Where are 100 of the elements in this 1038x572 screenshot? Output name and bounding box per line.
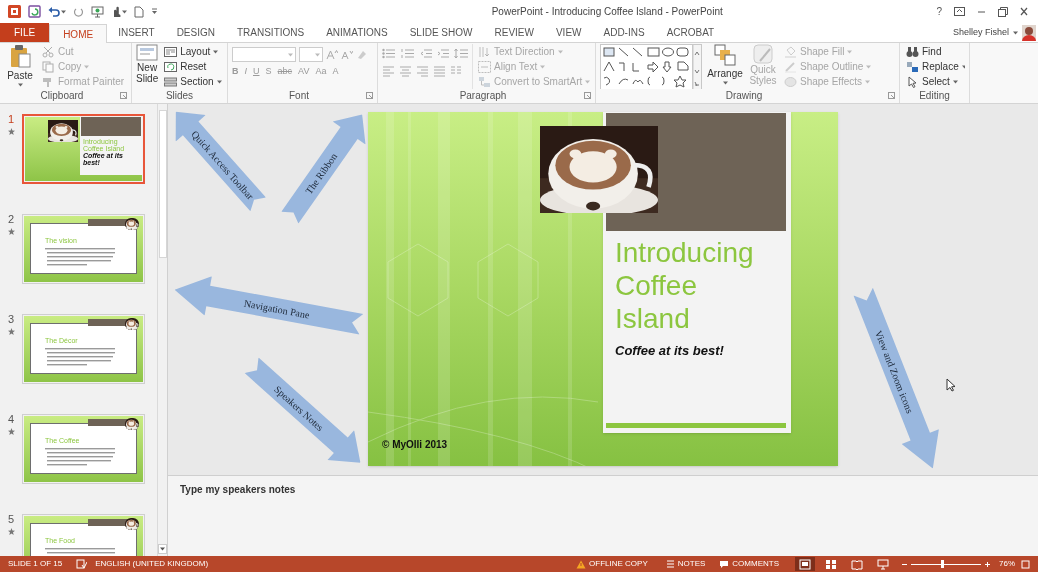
- caret-icon: [865, 79, 871, 84]
- ribbon-tab[interactable]: TRANSITIONS: [225, 23, 316, 42]
- caret-icon: [1013, 30, 1018, 35]
- star-icon: [7, 428, 15, 435]
- comment-icon: [719, 559, 730, 569]
- arrange-button[interactable]: Arrange: [706, 44, 744, 85]
- notes-field[interactable]: Type my speakers notes: [180, 482, 1026, 497]
- hand-icon[interactable]: [111, 5, 121, 18]
- ribbon-tab[interactable]: INSERT: [107, 23, 166, 42]
- line-spacing-icon[interactable]: [454, 48, 468, 59]
- caret-icon: [17, 83, 23, 87]
- scrollbar-thumb[interactable]: [158, 110, 167, 258]
- ribbon-button[interactable]: Replace: [904, 59, 965, 74]
- star-icon: [7, 528, 15, 535]
- ribbon-button[interactable]: Find: [904, 44, 965, 59]
- language-indicator[interactable]: ENGLISH (UNITED KINGDOM): [95, 558, 209, 570]
- zoom-level[interactable]: 76%: [999, 558, 1015, 570]
- file-tab[interactable]: FILE: [0, 23, 50, 42]
- bullets-icon[interactable]: [382, 48, 396, 59]
- title-accent-block: [88, 419, 128, 426]
- dialog-launcher-icon[interactable]: [584, 92, 591, 99]
- ribbon-button[interactable]: Reset: [162, 59, 223, 74]
- customize-caret-icon[interactable]: [151, 8, 158, 15]
- increase-indent-icon[interactable]: [437, 48, 449, 59]
- normal-view-button[interactable]: [795, 557, 815, 571]
- justify-icon[interactable]: [433, 65, 445, 77]
- align-center-icon[interactable]: [399, 65, 411, 77]
- shape-effects-icon: [784, 75, 797, 88]
- font-name-field[interactable]: [232, 47, 296, 62]
- group-label: Clipboard: [39, 89, 85, 103]
- ribbon-tab[interactable]: REVIEW: [483, 23, 545, 42]
- help-button[interactable]: ?: [936, 4, 942, 19]
- caret-icon: [952, 79, 958, 84]
- callout-label: View and Zoom icons: [872, 327, 917, 417]
- spelling-icon[interactable]: [76, 559, 88, 569]
- group-label: Editing: [918, 89, 951, 103]
- paint-bucket-icon: [784, 45, 797, 58]
- columns-icon[interactable]: [450, 65, 462, 77]
- caret-icon: [866, 64, 872, 69]
- offline-copy-button[interactable]: OFFLINE COPY: [576, 558, 648, 570]
- shapes-gallery[interactable]: [600, 44, 702, 89]
- star-icon: [7, 328, 15, 335]
- title-accent-block: [88, 319, 128, 326]
- scroll-down-button[interactable]: [158, 544, 167, 554]
- ribbon-display-icon[interactable]: [954, 7, 965, 16]
- comments-button[interactable]: COMMENTS: [719, 558, 779, 570]
- ribbon-button[interactable]: Layout: [162, 44, 223, 59]
- pencil-icon: [784, 60, 797, 73]
- slide-footer: © MyOlli 2013: [382, 437, 448, 452]
- undo-icon[interactable]: [48, 6, 60, 17]
- zoom-slider-thumb[interactable]: [941, 560, 944, 568]
- close-icon[interactable]: [1020, 7, 1028, 16]
- zoom-slider[interactable]: [911, 560, 981, 568]
- align-right-icon[interactable]: [416, 65, 428, 77]
- caret-icon: [122, 9, 127, 14]
- section-icon: [164, 75, 178, 88]
- slide-title: Introducing Coffee Island: [615, 236, 755, 335]
- reset-icon: [164, 60, 178, 73]
- font-size-field[interactable]: [299, 47, 323, 62]
- fit-slide-icon[interactable]: [1021, 559, 1030, 569]
- paste-button[interactable]: Paste: [4, 44, 36, 87]
- new-slide-button[interactable]: New Slide: [136, 44, 159, 84]
- caret-icon: [557, 49, 563, 54]
- ribbon-button[interactable]: Select: [904, 74, 965, 89]
- decrease-indent-icon[interactable]: [420, 48, 432, 59]
- avatar-icon[interactable]: [1022, 24, 1036, 41]
- dialog-launcher-icon[interactable]: [366, 92, 373, 99]
- ribbon-tab[interactable]: ACROBAT: [655, 23, 726, 42]
- clear-formatting-icon[interactable]: [356, 49, 367, 60]
- zoom-in-icon[interactable]: [984, 560, 991, 568]
- scissors-icon: [42, 45, 55, 58]
- numbering-icon[interactable]: [401, 48, 415, 59]
- restore-icon[interactable]: [998, 6, 1008, 17]
- new-document-icon[interactable]: [134, 5, 144, 18]
- title-accent-block: [88, 219, 128, 226]
- redo-icon[interactable]: [73, 6, 84, 17]
- app-icon[interactable]: [8, 5, 21, 18]
- reading-view-icon: [851, 558, 863, 570]
- presentation-icon[interactable]: [91, 5, 104, 18]
- ribbon-button[interactable]: Section: [162, 74, 223, 89]
- user-name[interactable]: Shelley Fishel: [952, 25, 1009, 40]
- ribbon-tab[interactable]: ADD-INS: [592, 23, 656, 42]
- caret-icon: [160, 547, 165, 551]
- ribbon-tab[interactable]: DESIGN: [165, 23, 226, 42]
- dialog-launcher-icon[interactable]: [888, 92, 895, 99]
- group-label: Paragraph: [458, 89, 508, 103]
- slide-number: 2: [7, 214, 15, 225]
- ribbon-tab[interactable]: ANIMATIONS: [315, 23, 399, 42]
- ribbon-tab[interactable]: SLIDE SHOW: [398, 23, 484, 42]
- save-icon[interactable]: [28, 5, 41, 18]
- align-left-icon[interactable]: [382, 65, 394, 77]
- replace-icon: [906, 60, 919, 73]
- notes-button[interactable]: NOTES: [665, 558, 706, 570]
- grow-font-icon[interactable]: [326, 49, 338, 60]
- shrink-font-icon[interactable]: [341, 49, 353, 60]
- ribbon-tab[interactable]: HOME: [49, 24, 108, 43]
- slide-number: 4: [7, 414, 15, 425]
- ribbon-tab[interactable]: VIEW: [544, 23, 593, 42]
- dialog-launcher-icon[interactable]: [120, 92, 127, 99]
- binoculars-icon: [906, 45, 919, 58]
